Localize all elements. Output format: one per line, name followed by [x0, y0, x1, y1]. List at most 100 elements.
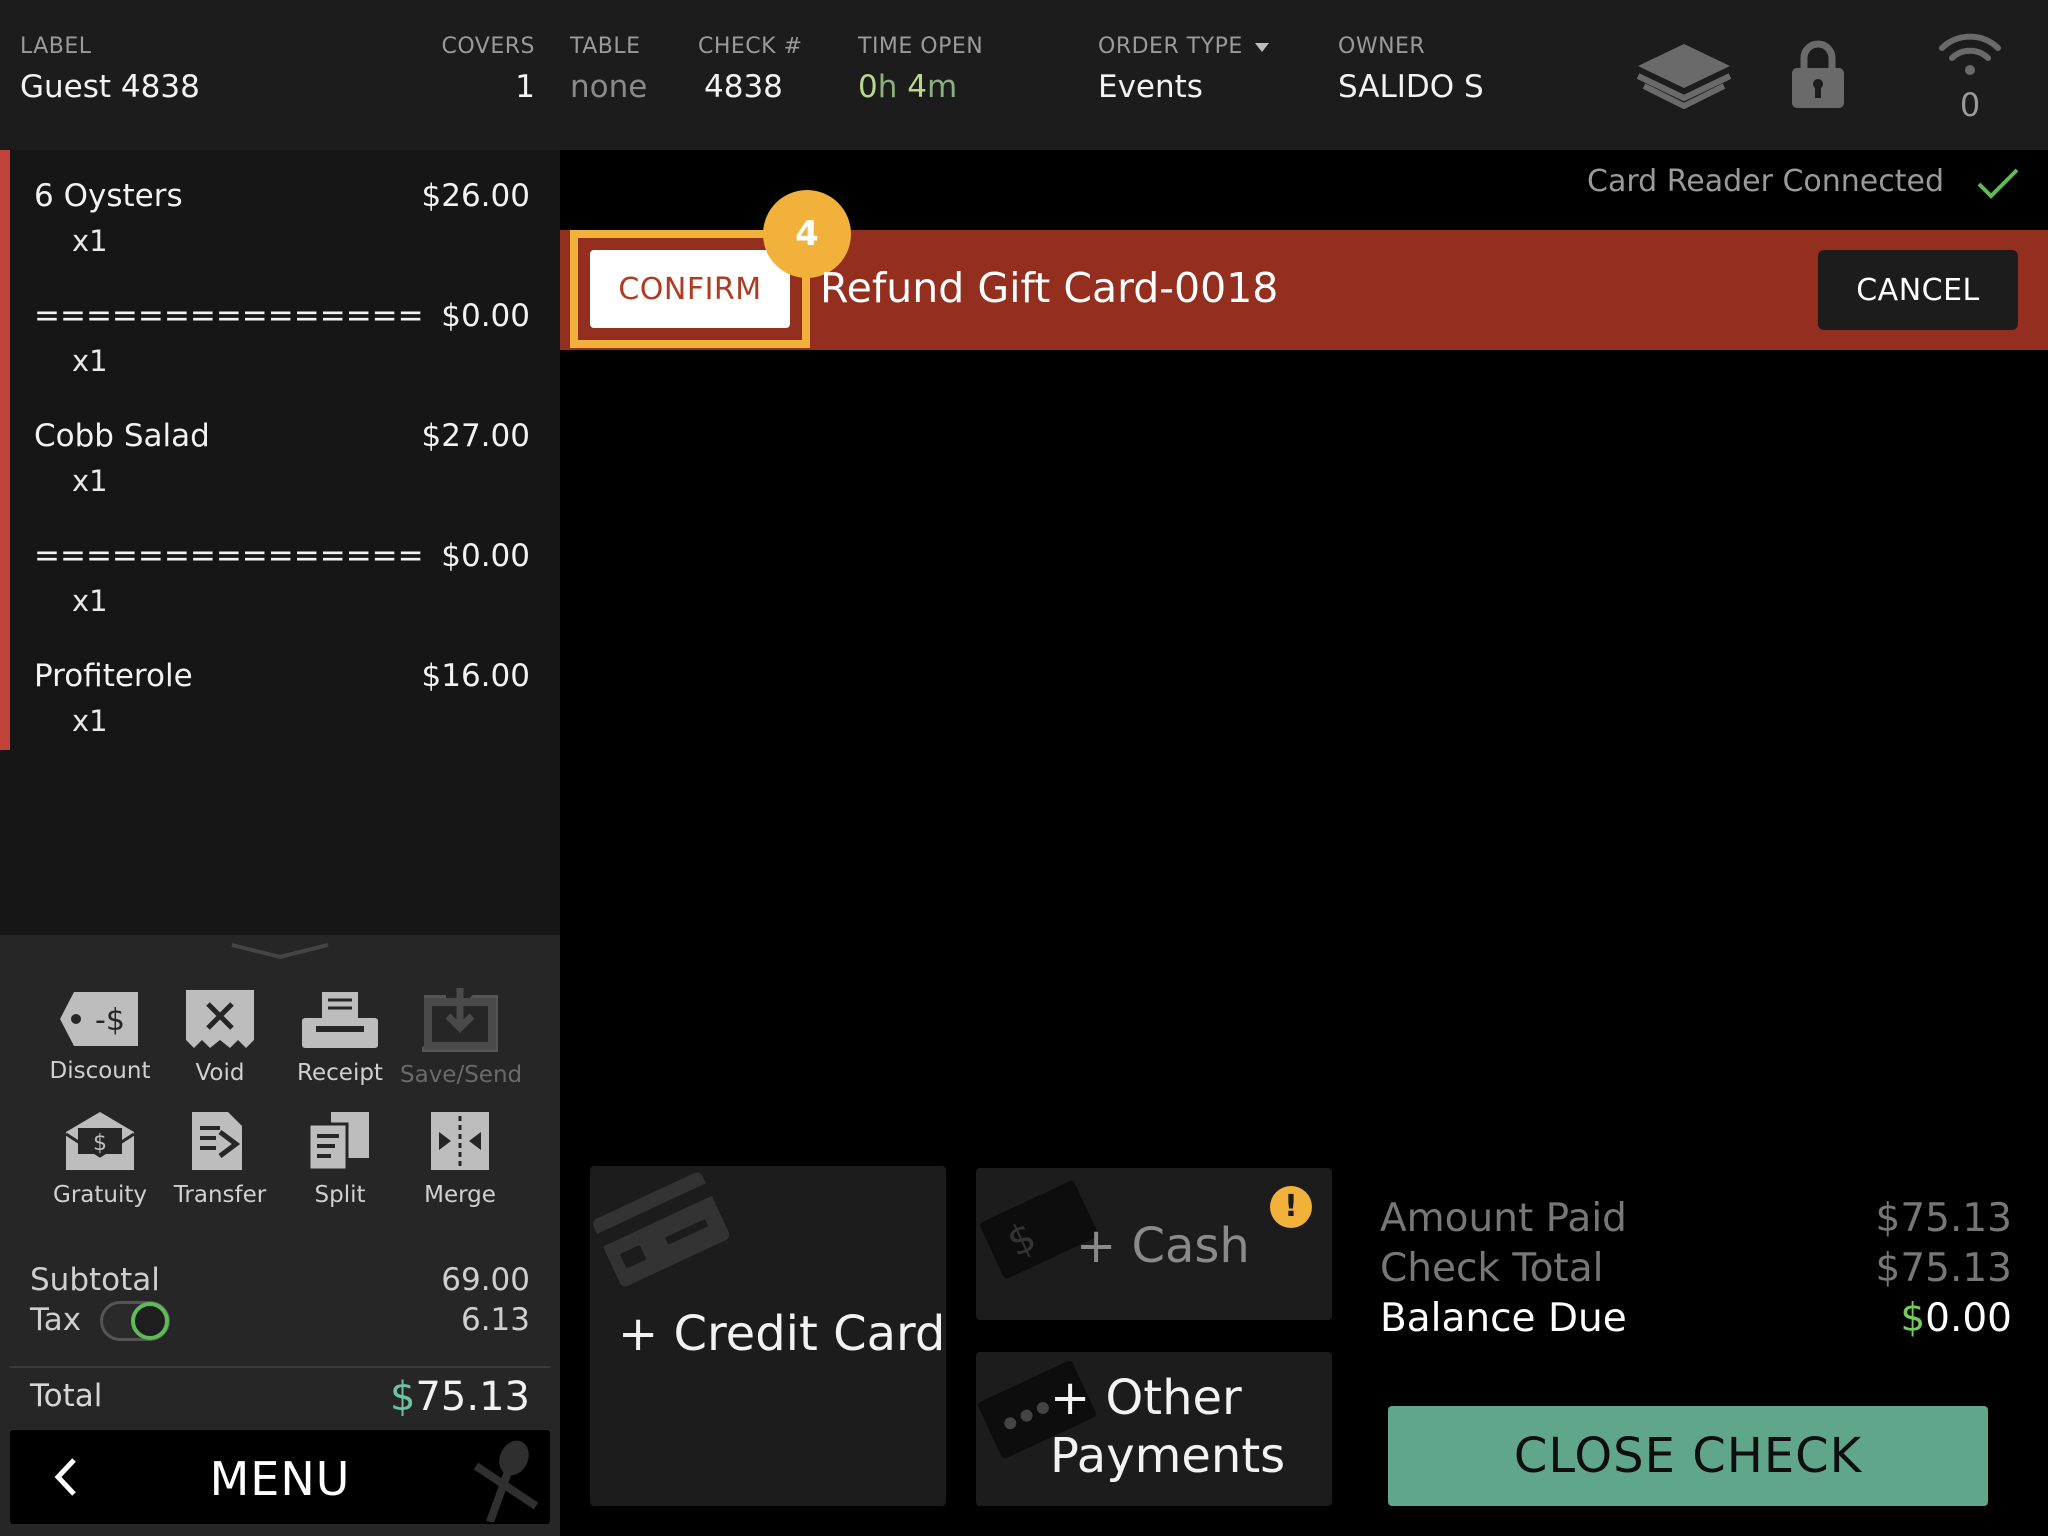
credit-card-button[interactable]: + Credit Card — [590, 1166, 946, 1506]
check-total-label: Check Total — [1380, 1246, 1604, 1291]
item-qty: x1 — [72, 704, 108, 738]
covers-field[interactable]: COVERS 1 — [440, 34, 536, 105]
covers-value: 1 — [515, 69, 535, 105]
gratuity-button[interactable]: $ Gratuity — [40, 1110, 160, 1208]
total-value: $75.13 — [390, 1374, 530, 1420]
check-header: LABEL Guest 4838 COVERS 1 TABLE none CHE… — [0, 0, 2048, 150]
label-field[interactable]: LABEL Guest 4838 — [20, 34, 200, 105]
save-send-button[interactable]: Save/Send — [400, 988, 523, 1088]
order-accent-bar — [0, 150, 10, 750]
item-name: =============== — [34, 298, 424, 334]
void-label: Void — [195, 1060, 245, 1086]
transfer-icon — [192, 1112, 242, 1170]
covers-title: COVERS — [441, 34, 535, 59]
check-total-value: $75.13 — [1875, 1246, 2012, 1291]
void-receipt-icon — [186, 990, 254, 1048]
item-qty: x1 — [72, 584, 108, 618]
total-row: Total $75.13 — [30, 1374, 530, 1426]
split-button[interactable]: Split — [280, 1110, 400, 1208]
receipt-label: Receipt — [297, 1060, 383, 1086]
save-send-icon — [422, 988, 498, 1052]
credit-card-icon — [593, 1172, 730, 1287]
other-payments-button[interactable]: + Other Payments — [976, 1352, 1332, 1506]
gratuity-envelope-icon: $ — [65, 1112, 135, 1170]
merge-button[interactable]: Merge — [400, 1110, 520, 1208]
time-open-value: 0h 4m — [858, 69, 958, 105]
merge-icon — [431, 1112, 489, 1170]
owner-field[interactable]: OWNER SALIDO S — [1338, 34, 1484, 105]
gratuity-label: Gratuity — [53, 1182, 147, 1208]
close-check-button[interactable]: CLOSE CHECK — [1388, 1406, 1988, 1506]
table-field[interactable]: TABLE none — [570, 34, 647, 105]
time-open-field: TIME OPEN 0h 4m — [858, 34, 983, 105]
subtotal-value: 69.00 — [441, 1262, 530, 1298]
check-number-field: CHECK # 4838 — [698, 34, 803, 105]
collapse-handle-icon[interactable] — [230, 941, 330, 965]
table-value: none — [570, 69, 648, 105]
total-label: Total — [30, 1378, 103, 1414]
split-label: Split — [314, 1182, 366, 1208]
item-price: $0.00 — [441, 538, 530, 574]
owner-title: OWNER — [1338, 34, 1426, 59]
totals-divider — [10, 1366, 550, 1368]
check-total-row: Check Total $75.13 — [1380, 1246, 2012, 1296]
lock-icon[interactable] — [1790, 38, 1846, 114]
table-title: TABLE — [570, 34, 641, 59]
merge-label: Merge — [424, 1182, 496, 1208]
order-type-value: Events — [1098, 69, 1203, 105]
other-payments-line2: Payments — [1050, 1428, 1286, 1484]
toggle-knob — [131, 1302, 169, 1340]
cancel-button[interactable]: CANCEL — [1818, 250, 2018, 330]
item-name: 6 Oysters — [34, 178, 183, 214]
item-qty: x1 — [72, 344, 108, 378]
warning-icon: ! — [1270, 1186, 1312, 1228]
item-qty: x1 — [72, 224, 108, 258]
item-name: Profiterole — [34, 658, 193, 694]
transfer-label: Transfer — [173, 1182, 267, 1208]
item-price: $26.00 — [421, 178, 530, 214]
void-button[interactable]: Void — [160, 988, 280, 1086]
order-item[interactable]: =============== $0.00 x1 — [34, 280, 530, 400]
refund-title: Refund Gift Card-0018 — [820, 264, 1279, 312]
item-qty: x1 — [72, 464, 108, 498]
order-item[interactable]: 6 Oysters $26.00 x1 — [34, 160, 530, 280]
order-type-dropdown[interactable]: ORDER TYPE Events — [1098, 34, 1269, 105]
item-price: $16.00 — [421, 658, 530, 694]
tax-toggle[interactable] — [100, 1301, 170, 1341]
wifi-count: 0 — [1959, 86, 1981, 124]
time-open-title: TIME OPEN — [858, 34, 984, 59]
svg-text:-$: -$ — [95, 1003, 125, 1038]
menu-button[interactable]: MENU — [10, 1430, 550, 1524]
check-number-value: 4838 — [704, 69, 783, 105]
discount-button[interactable]: -$ Discount — [40, 990, 160, 1084]
credit-card-label: + Credit Card — [618, 1306, 946, 1362]
wifi-icon[interactable] — [1938, 32, 2002, 80]
receipt-button[interactable]: Receipt — [280, 990, 400, 1086]
subtotal-label: Subtotal — [30, 1262, 160, 1298]
other-payments-line1: + Other — [1050, 1370, 1242, 1426]
fork-knife-icon — [466, 1436, 546, 1524]
item-name: Cobb Salad — [34, 418, 210, 454]
owner-value: SALIDO S — [1338, 69, 1484, 105]
order-item[interactable]: Profiterole $16.00 x1 — [34, 640, 530, 760]
confirm-button[interactable]: CONFIRM — [590, 250, 790, 328]
item-price: $0.00 — [441, 298, 530, 334]
amount-paid-row: Amount Paid $75.13 — [1380, 1196, 2012, 1246]
amount-paid-value: $75.13 — [1875, 1196, 2012, 1241]
tax-value: 6.13 — [460, 1302, 530, 1338]
balance-due-value: $0.00 — [1900, 1296, 2012, 1341]
order-item[interactable]: Cobb Salad $27.00 x1 — [34, 400, 530, 520]
transfer-button[interactable]: Transfer — [160, 1110, 280, 1208]
split-icon — [307, 1112, 369, 1172]
item-price: $27.00 — [421, 418, 530, 454]
layers-icon[interactable] — [1634, 40, 1734, 114]
amount-paid-label: Amount Paid — [1380, 1196, 1627, 1241]
check-number-title: CHECK # — [698, 34, 803, 59]
save-send-label: Save/Send — [400, 1062, 523, 1088]
item-name: =============== — [34, 538, 424, 574]
balance-due-row: Balance Due $0.00 — [1380, 1296, 2012, 1346]
label-value: Guest 4838 — [20, 69, 200, 105]
card-reader-status: Card Reader Connected — [1587, 164, 1944, 199]
balance-due-label: Balance Due — [1380, 1296, 1627, 1341]
order-item[interactable]: =============== $0.00 x1 — [34, 520, 530, 640]
